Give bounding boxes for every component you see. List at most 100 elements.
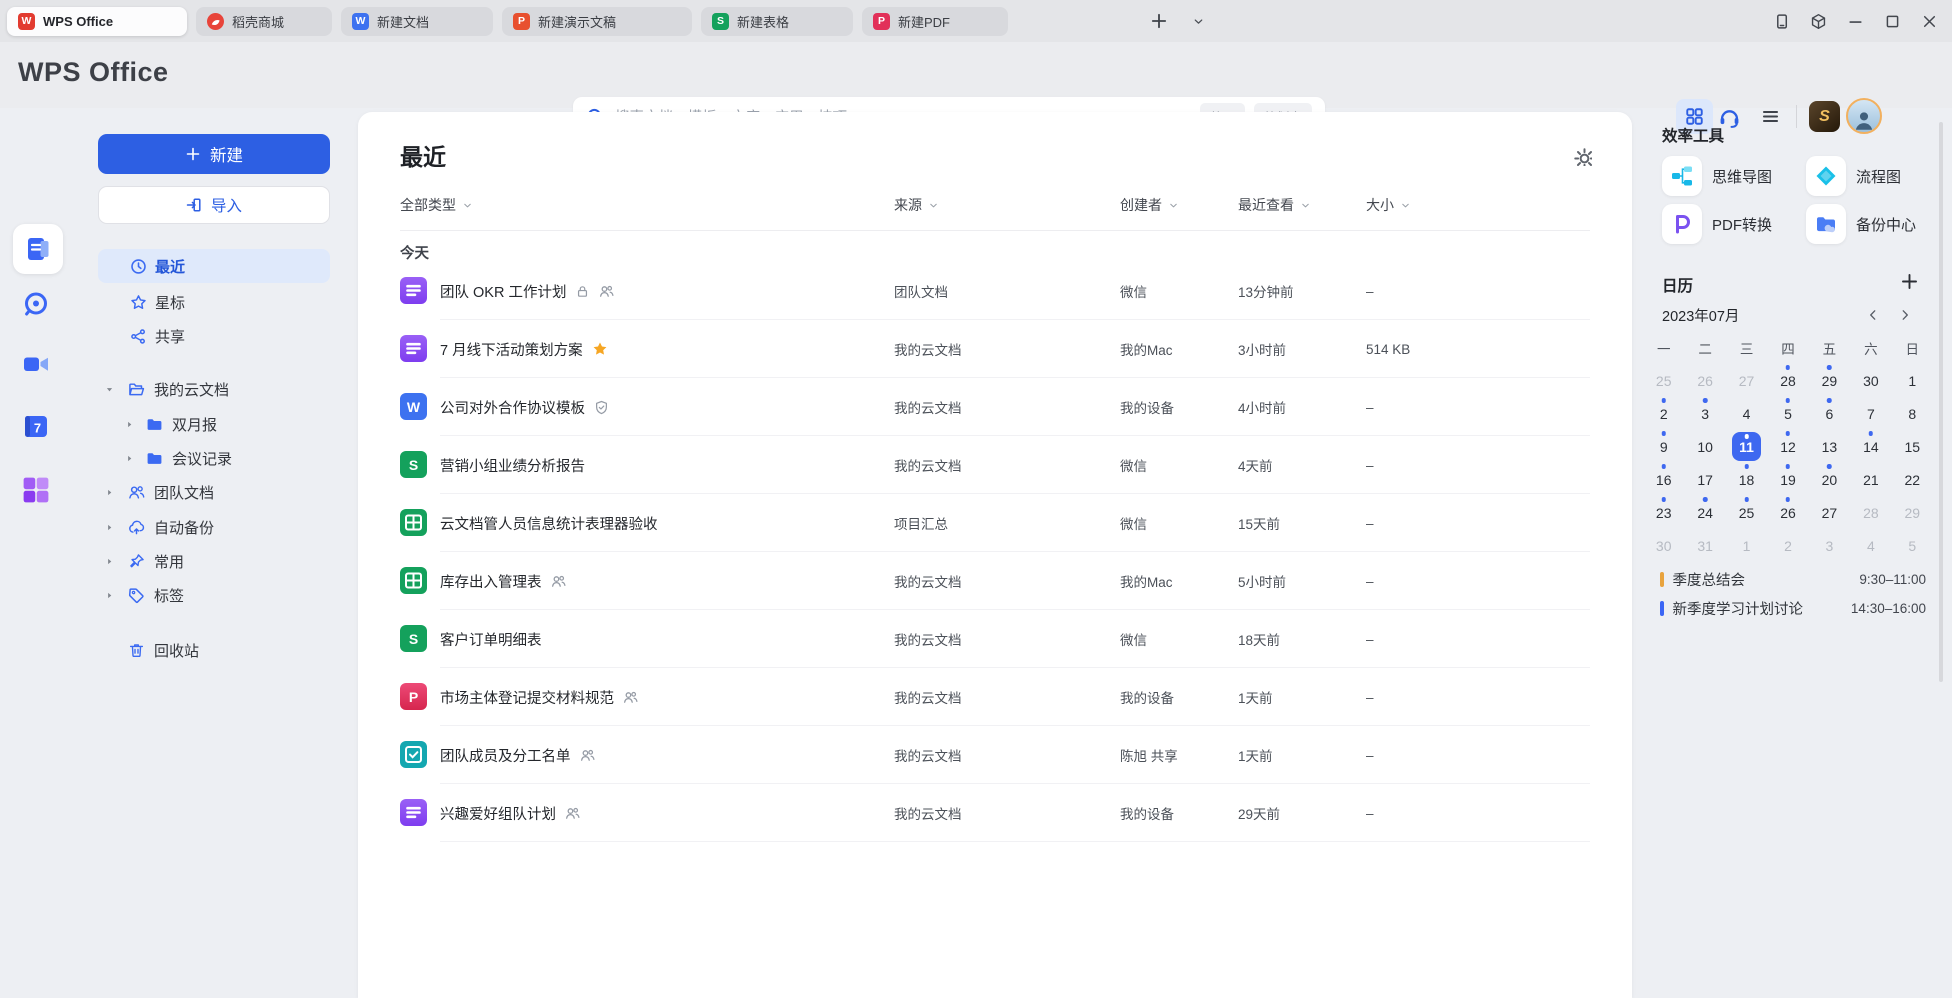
close-button[interactable]: [1921, 13, 1938, 30]
scrollbar-thumb[interactable]: [1939, 122, 1943, 682]
new-tab-button[interactable]: [1150, 12, 1168, 30]
calendar-event[interactable]: 新季度学习计划讨论14:30–16:00: [1660, 596, 1926, 622]
import-button[interactable]: 导入: [98, 186, 330, 224]
file-row[interactable]: 云文档管人员信息统计表理器验收项目汇总微信15天前–: [400, 494, 1590, 552]
caret-right-icon[interactable]: [104, 487, 115, 498]
app-tab[interactable]: W新建文档: [341, 7, 493, 36]
calendar-day-selected[interactable]: 11: [1726, 430, 1767, 463]
sidebar-tree-item[interactable]: 双月报: [98, 408, 330, 441]
calendar-event[interactable]: 季度总结会9:30–11:00: [1660, 566, 1926, 592]
calendar-day[interactable]: 25: [1726, 496, 1767, 529]
calendar-day[interactable]: 22: [1892, 463, 1933, 496]
calendar-day[interactable]: 29: [1809, 364, 1850, 397]
tool-backup-center[interactable]: 备份中心: [1806, 204, 1946, 244]
app-tab[interactable]: S新建表格: [701, 7, 853, 36]
calendar-day[interactable]: 8: [1892, 397, 1933, 430]
tab-list-dropdown-icon[interactable]: [1192, 15, 1205, 28]
calendar-day[interactable]: 28: [1767, 364, 1808, 397]
calendar-day[interactable]: 21: [1850, 463, 1891, 496]
calendar-day[interactable]: 27: [1726, 364, 1767, 397]
file-row[interactable]: P市场主体登记提交材料规范我的云文档我的设备1天前–: [400, 668, 1590, 726]
app-tab[interactable]: WWPS Office: [7, 7, 187, 36]
app-tab[interactable]: 稻壳商城: [196, 7, 332, 36]
calendar-day[interactable]: 3: [1684, 397, 1725, 430]
tool-pdf-convert[interactable]: PDF转换: [1662, 204, 1802, 244]
calendar-day[interactable]: 24: [1684, 496, 1725, 529]
sidebar-tree-item[interactable]: 常用: [98, 545, 330, 578]
calendar-day[interactable]: 16: [1643, 463, 1684, 496]
calendar-day[interactable]: 3: [1809, 529, 1850, 562]
calendar-day[interactable]: 13: [1809, 430, 1850, 463]
caret-right-icon[interactable]: [104, 590, 115, 601]
add-event-icon[interactable]: [1900, 272, 1919, 291]
calendar-day[interactable]: 5: [1892, 529, 1933, 562]
sidebar-tree-item[interactable]: 自动备份: [98, 511, 330, 544]
sidebar-tree-item[interactable]: 标签: [98, 579, 330, 612]
calendar-day[interactable]: 2: [1643, 397, 1684, 430]
app-tab[interactable]: P新建演示文稿: [502, 7, 692, 36]
rail-item-calendar-7[interactable]: 7: [0, 412, 72, 440]
calendar-day[interactable]: 9: [1643, 430, 1684, 463]
sidebar-tree-item[interactable]: 我的云文档: [98, 373, 330, 406]
file-row[interactable]: 库存出入管理表我的云文档我的Mac5小时前–: [400, 552, 1590, 610]
calendar-day[interactable]: 18: [1726, 463, 1767, 496]
filter-4[interactable]: 大小: [1366, 192, 1411, 218]
sidebar-item-trash[interactable]: 回收站: [98, 634, 330, 667]
file-row[interactable]: 团队 OKR 工作计划团队文档微信13分钟前–: [400, 262, 1590, 320]
calendar-day[interactable]: 15: [1892, 430, 1933, 463]
file-row[interactable]: 团队成员及分工名单我的云文档陈旭 共享1天前–: [400, 726, 1590, 784]
calendar-day[interactable]: 28: [1850, 496, 1891, 529]
new-document-button[interactable]: 新建: [98, 134, 330, 174]
rail-item-documents[interactable]: [13, 224, 63, 274]
calendar-day[interactable]: 19: [1767, 463, 1808, 496]
filter-2[interactable]: 创建者: [1120, 192, 1179, 218]
calendar-day[interactable]: 14: [1850, 430, 1891, 463]
calendar-day[interactable]: 26: [1767, 496, 1808, 529]
calendar-day[interactable]: 25: [1643, 364, 1684, 397]
calendar-day[interactable]: 1: [1726, 529, 1767, 562]
calendar-day[interactable]: 26: [1684, 364, 1725, 397]
file-row[interactable]: 7 月线下活动策划方案我的云文档我的Mac3小时前514 KB: [400, 320, 1590, 378]
calendar-day[interactable]: 30: [1643, 529, 1684, 562]
tool-flowchart[interactable]: 流程图: [1806, 156, 1946, 196]
sidebar-item-recent[interactable]: 最近: [98, 249, 330, 283]
sidebar-tree-item[interactable]: 团队文档: [98, 476, 330, 509]
sidebar-tree-item[interactable]: 会议记录: [98, 442, 330, 475]
file-row[interactable]: S营销小组业绩分析报告我的云文档微信4天前–: [400, 436, 1590, 494]
calendar-day[interactable]: 6: [1809, 397, 1850, 430]
settings-gear-icon[interactable]: [1572, 146, 1592, 166]
calendar-day[interactable]: 20: [1809, 463, 1850, 496]
file-row[interactable]: 兴趣爱好组队计划我的云文档我的设备29天前–: [400, 784, 1590, 842]
rail-item-contacts-chat[interactable]: [0, 290, 72, 318]
minimize-button[interactable]: [1847, 13, 1864, 30]
calendar-day[interactable]: 1: [1892, 364, 1933, 397]
calendar-day[interactable]: 30: [1850, 364, 1891, 397]
calendar-day[interactable]: 17: [1684, 463, 1725, 496]
caret-down-icon[interactable]: [104, 384, 115, 395]
caret-right-icon[interactable]: [104, 556, 115, 567]
tablet-mode-button[interactable]: [1773, 13, 1790, 30]
calendar-day[interactable]: 31: [1684, 529, 1725, 562]
file-row[interactable]: W公司对外合作协议模板我的云文档我的设备4小时前–: [400, 378, 1590, 436]
sidebar-item-shared[interactable]: 共享: [98, 319, 330, 353]
calendar-day[interactable]: 4: [1850, 529, 1891, 562]
calendar-day[interactable]: 12: [1767, 430, 1808, 463]
app-tab[interactable]: P新建PDF: [862, 7, 1008, 36]
calendar-day[interactable]: 29: [1892, 496, 1933, 529]
rail-item-video-meeting[interactable]: [0, 350, 72, 378]
caret-right-icon[interactable]: [124, 453, 135, 464]
filter-3[interactable]: 最近查看: [1238, 192, 1311, 218]
calendar-day[interactable]: 5: [1767, 397, 1808, 430]
caret-right-icon[interactable]: [124, 419, 135, 430]
caret-right-icon[interactable]: [104, 522, 115, 533]
filter-0[interactable]: 全部类型: [400, 192, 473, 218]
filter-1[interactable]: 来源: [894, 192, 939, 218]
file-row[interactable]: S客户订单明细表我的云文档微信18天前–: [400, 610, 1590, 668]
calendar-day[interactable]: 7: [1850, 397, 1891, 430]
calendar-day[interactable]: 4: [1726, 397, 1767, 430]
calendar-day[interactable]: 23: [1643, 496, 1684, 529]
rail-item-apps-grid-purple[interactable]: [0, 476, 72, 504]
maximize-button[interactable]: [1884, 13, 1901, 30]
calendar-next-icon[interactable]: [1898, 308, 1912, 322]
calendar-prev-icon[interactable]: [1866, 308, 1880, 322]
